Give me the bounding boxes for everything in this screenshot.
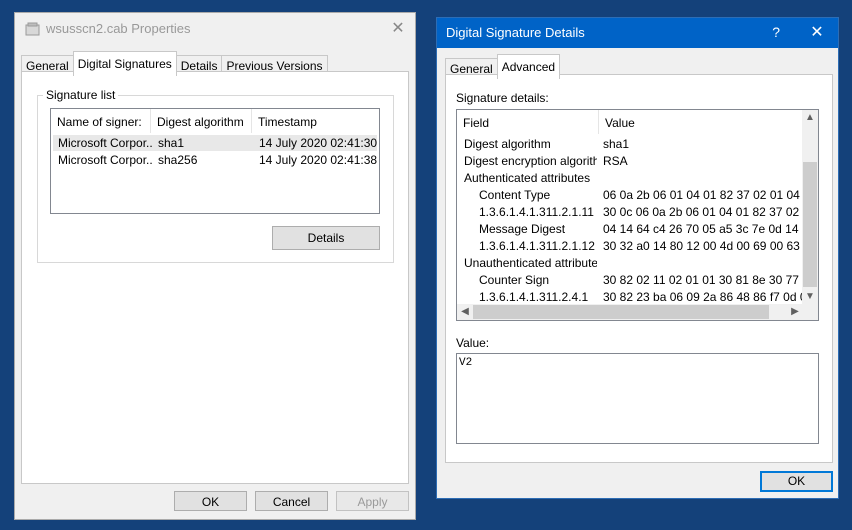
scroll-right-icon[interactable]: ▶ xyxy=(787,304,803,320)
help-icon[interactable]: ? xyxy=(772,24,780,40)
details-row[interactable]: 1.3.6.1.4.1.311.2.1.11 30 0c 06 0a 2b 06 … xyxy=(457,204,803,221)
column-field[interactable]: Field xyxy=(457,110,599,134)
close-icon[interactable]: ✕ xyxy=(804,23,830,43)
field-value: RSA xyxy=(603,154,628,168)
signature-details-label: Signature details: xyxy=(456,91,549,105)
apply-button[interactable]: Apply xyxy=(336,491,409,511)
field-name: Message Digest xyxy=(479,222,566,236)
column-value[interactable]: Value xyxy=(599,110,803,134)
details-row[interactable]: Digest algorithm sha1 xyxy=(457,136,803,153)
field-name: Counter Sign xyxy=(479,273,550,287)
details-row[interactable]: Message Digest 04 14 64 c4 26 70 05 a5 3c… xyxy=(457,221,803,238)
scroll-down-icon[interactable]: ▼ xyxy=(802,289,818,305)
field-value: 30 82 02 11 02 01 01 30 81 8e 30 77 31 1 xyxy=(603,273,803,287)
properties-window: wsusscn2.cab Properties ✕ General Digita… xyxy=(14,12,416,520)
cab-file-icon xyxy=(25,22,40,36)
value-label: Value: xyxy=(456,336,490,350)
horizontal-scroll-thumb[interactable] xyxy=(473,305,769,319)
field-name: 1.3.6.1.4.1.311.2.1.12 xyxy=(479,239,595,253)
field-value: 04 14 64 c4 26 70 05 a5 3c 7e 0d 14 e5 a xyxy=(603,222,803,236)
details-row[interactable]: Digest encryption algorithm RSA xyxy=(457,153,803,170)
field-value: sha1 xyxy=(603,137,630,151)
field-name: Content Type xyxy=(479,188,551,202)
details-button[interactable]: Details xyxy=(272,226,380,250)
field-value xyxy=(597,255,803,272)
signature-row[interactable]: Microsoft Corpor... sha256 14 July 2020 … xyxy=(53,152,377,168)
column-name-of-signer[interactable]: Name of signer: xyxy=(51,109,151,133)
field-name: Digest algorithm xyxy=(464,137,551,151)
field-value: 30 32 a0 14 80 12 00 4d 00 69 00 63 00 7 xyxy=(603,239,803,253)
tab-advanced[interactable]: Advanced xyxy=(496,54,561,79)
close-icon[interactable]: ✕ xyxy=(385,19,411,39)
details-list-header: Field Value xyxy=(457,110,803,134)
timestamp: 14 July 2020 02:41:30 xyxy=(259,136,377,150)
signature-details-window: Digital Signature Details ? ✕ General Ad… xyxy=(436,17,839,499)
value-text: V2 xyxy=(459,357,473,369)
properties-titlebar[interactable]: wsusscn2.cab Properties ✕ xyxy=(15,13,415,45)
field-value xyxy=(597,170,803,187)
vertical-scrollbar[interactable]: ▲ ▼ xyxy=(802,110,818,305)
field-name: Digest encryption algorithm xyxy=(464,154,597,168)
field-value: 06 0a 2b 06 01 04 01 82 37 02 01 04 xyxy=(603,188,800,202)
column-digest-algorithm[interactable]: Digest algorithm xyxy=(151,109,252,133)
vertical-scroll-thumb[interactable] xyxy=(803,162,817,287)
digest-algorithm: sha1 xyxy=(158,136,185,150)
horizontal-scrollbar[interactable]: ◀ ▶ xyxy=(457,304,803,320)
ok-button[interactable]: OK xyxy=(174,491,247,511)
details-row[interactable]: Counter Sign 30 82 02 11 02 01 01 30 81 8… xyxy=(457,272,803,289)
signature-details-list[interactable]: Field Value Digest algorithm sha1 Digest e… xyxy=(456,109,819,321)
details-title: Digital Signature Details xyxy=(446,25,585,40)
details-row[interactable]: Unauthenticated attributes xyxy=(457,255,803,272)
value-textbox[interactable]: V2 xyxy=(456,353,819,444)
digest-algorithm: sha256 xyxy=(158,153,198,167)
field-name: 1.3.6.1.4.1.311.2.1.11 xyxy=(479,205,594,219)
details-titlebar[interactable]: Digital Signature Details ? ✕ xyxy=(437,18,838,48)
cancel-button[interactable]: Cancel xyxy=(255,491,328,511)
details-row[interactable]: 1.3.6.1.4.1.311.2.1.12 30 32 a0 14 80 12 … xyxy=(457,238,803,255)
timestamp: 14 July 2020 02:41:38 xyxy=(259,153,377,167)
scroll-up-icon[interactable]: ▲ xyxy=(802,110,818,126)
signature-list-header: Name of signer: Digest algorithm Timesta… xyxy=(51,109,379,133)
properties-title: wsusscn2.cab Properties xyxy=(46,21,191,36)
ok-button[interactable]: OK xyxy=(760,471,833,492)
signature-list[interactable]: Name of signer: Digest algorithm Timesta… xyxy=(50,108,380,214)
column-timestamp[interactable]: Timestamp xyxy=(252,109,377,133)
tab-digital-signatures[interactable]: Digital Signatures xyxy=(72,51,177,76)
signature-row[interactable]: Microsoft Corpor... sha1 14 July 2020 02… xyxy=(53,135,377,151)
signer-name: Microsoft Corpor... xyxy=(58,153,153,167)
details-row[interactable]: Content Type 06 0a 2b 06 01 04 01 82 37 0… xyxy=(457,187,803,204)
scrollbar-corner xyxy=(802,304,818,320)
signature-list-label: Signature list xyxy=(43,88,119,102)
field-name: Authenticated attributes xyxy=(464,171,591,185)
field-value: 30 0c 06 0a 2b 06 01 04 01 82 37 02 01 1 xyxy=(603,205,803,219)
scroll-left-icon[interactable]: ◀ xyxy=(457,304,473,320)
field-name: Unauthenticated attributes xyxy=(464,256,597,270)
details-row[interactable]: Authenticated attributes xyxy=(457,170,803,187)
signer-name: Microsoft Corpor... xyxy=(58,136,153,150)
